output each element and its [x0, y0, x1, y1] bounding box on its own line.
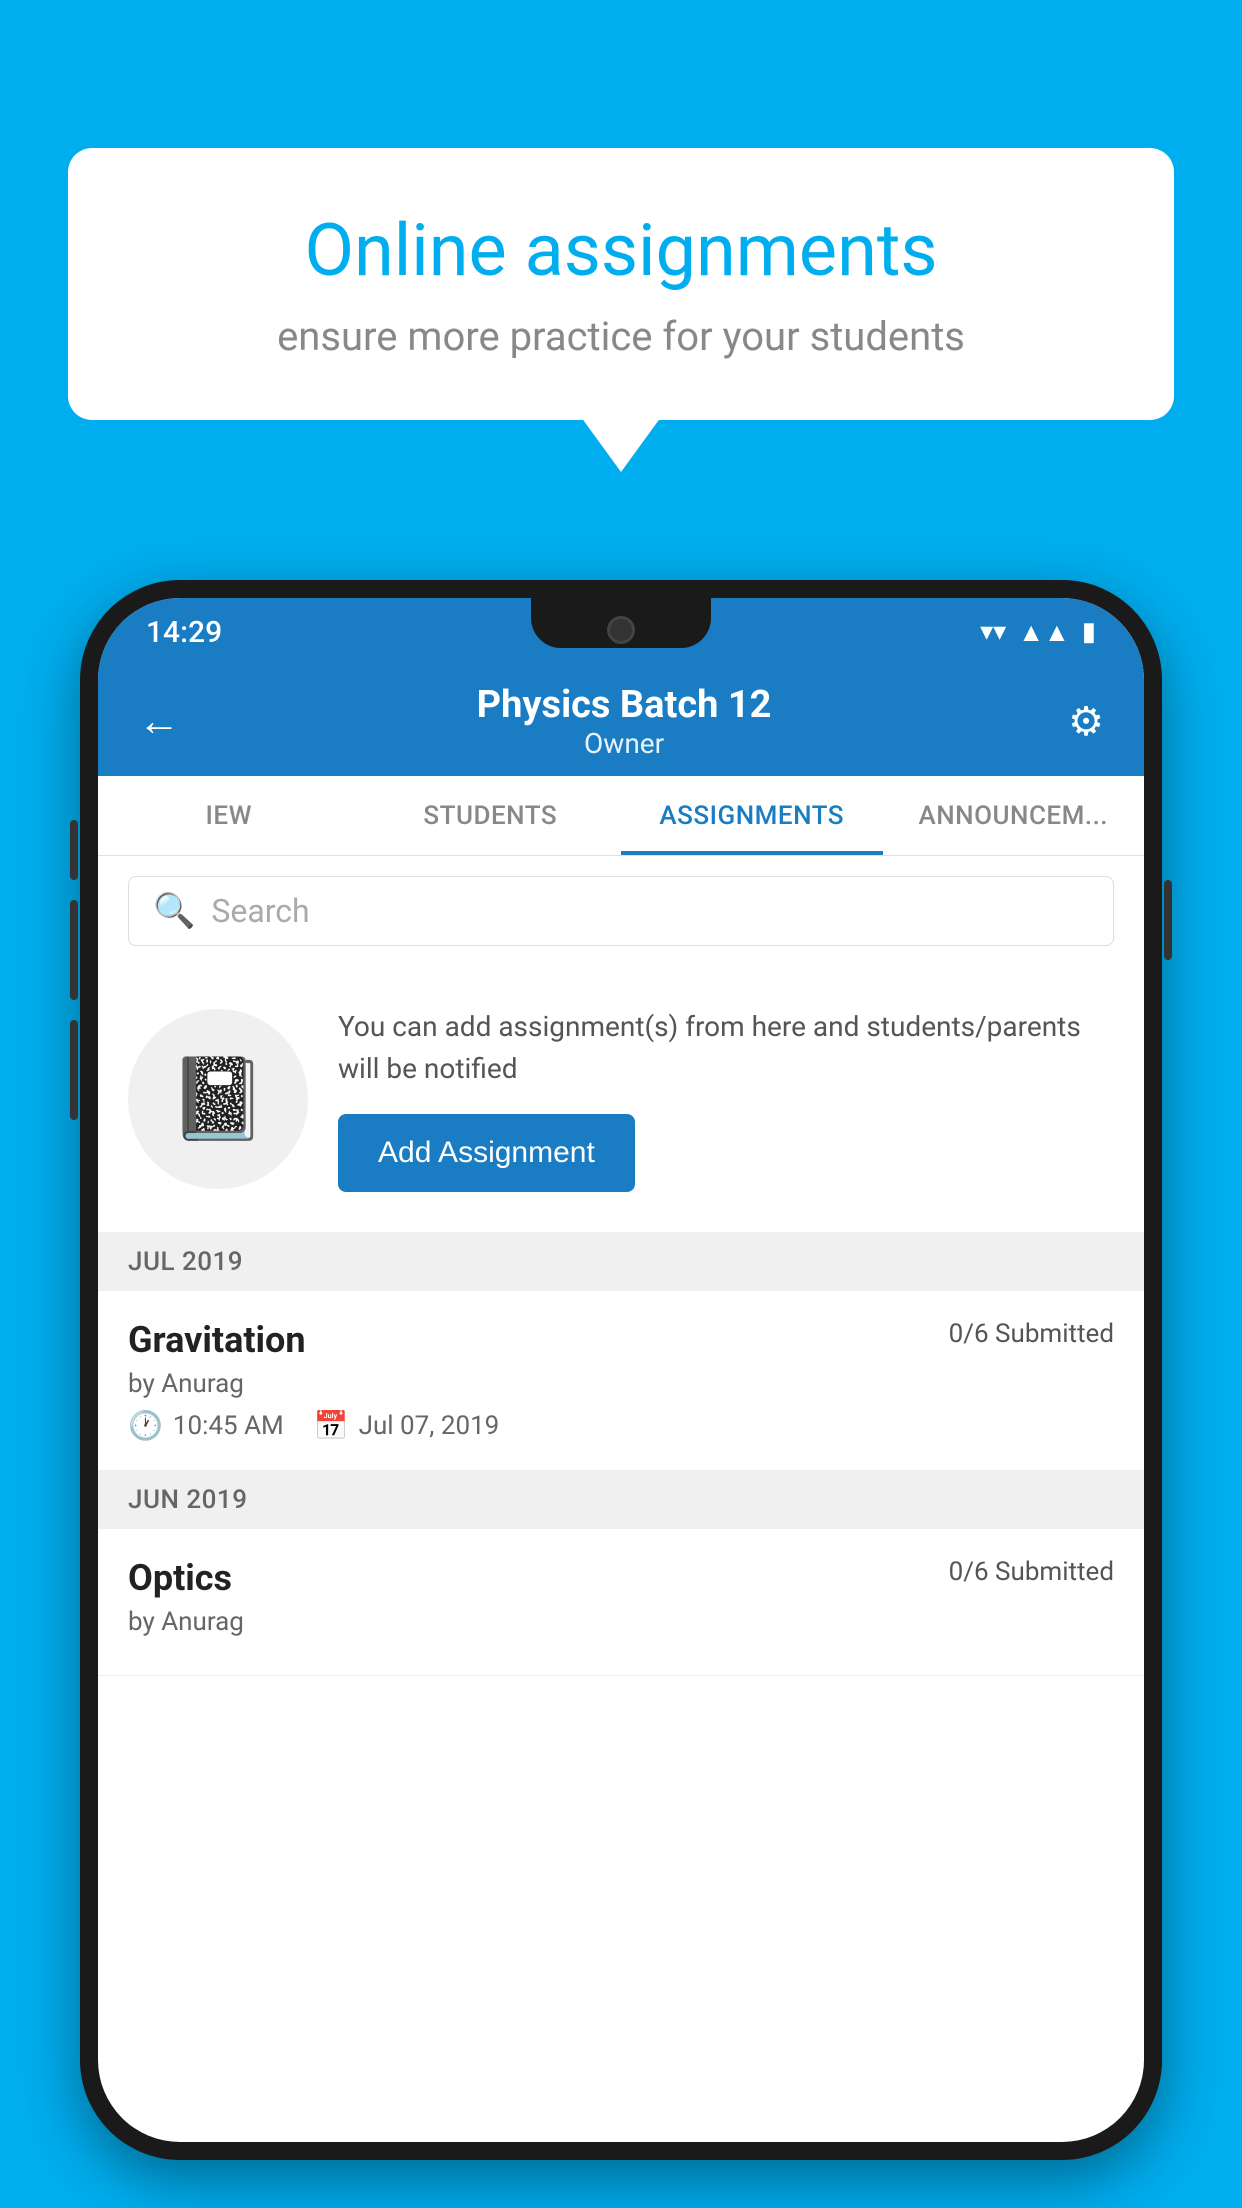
phone-wrapper: 14:29 ▾▾ ▲▲ ▮ ← Physics Batch 12 Owner ⚙ — [80, 580, 1162, 2160]
promo-section: 📓 You can add assignment(s) from here an… — [98, 966, 1144, 1233]
tabs-container: IEW STUDENTS ASSIGNMENTS ANNOUNCEM... — [98, 776, 1144, 856]
header-subtitle: Owner — [477, 727, 772, 760]
assignment-title-gravitation: Gravitation — [128, 1319, 306, 1361]
speech-bubble-wrapper: Online assignments ensure more practice … — [68, 148, 1174, 420]
notebook-icon: 📓 — [168, 1052, 268, 1146]
assignment-author-optics: by Anurag — [128, 1607, 1114, 1637]
status-time: 14:29 — [146, 615, 222, 650]
assignment-title-optics: Optics — [128, 1557, 232, 1599]
search-icon: 🔍 — [153, 891, 195, 931]
app-header: ← Physics Batch 12 Owner ⚙ — [98, 666, 1144, 776]
assignment-header: Gravitation 0/6 Submitted — [128, 1319, 1114, 1361]
phone-side-button-vol-up — [70, 820, 78, 880]
promo-icon-circle: 📓 — [128, 1009, 308, 1189]
search-container: 🔍 Search — [98, 856, 1144, 966]
assignment-date-gravitation: 📅 Jul 07, 2019 — [314, 1409, 500, 1442]
calendar-icon: 📅 — [314, 1409, 349, 1442]
add-assignment-button[interactable]: Add Assignment — [338, 1114, 635, 1192]
speech-bubble: Online assignments ensure more practice … — [68, 148, 1174, 420]
phone-camera — [607, 616, 635, 644]
phone-notch — [531, 598, 711, 648]
search-placeholder: Search — [211, 892, 309, 930]
assignment-item-optics[interactable]: Optics 0/6 Submitted by Anurag — [98, 1529, 1144, 1676]
speech-bubble-title: Online assignments — [148, 208, 1094, 293]
tab-assignments[interactable]: ASSIGNMENTS — [621, 776, 883, 855]
settings-button[interactable]: ⚙ — [1068, 698, 1104, 745]
header-title: Physics Batch 12 — [477, 683, 772, 727]
tab-announcements[interactable]: ANNOUNCEM... — [883, 776, 1145, 855]
assignment-submitted-optics: 0/6 Submitted — [949, 1557, 1114, 1587]
clock-icon: 🕐 — [128, 1409, 163, 1442]
phone-frame: 14:29 ▾▾ ▲▲ ▮ ← Physics Batch 12 Owner ⚙ — [80, 580, 1162, 2160]
promo-content: You can add assignment(s) from here and … — [338, 1006, 1114, 1192]
assignment-item-gravitation[interactable]: Gravitation 0/6 Submitted by Anurag 🕐 10… — [98, 1291, 1144, 1471]
back-button[interactable]: ← — [138, 697, 180, 746]
tab-students[interactable]: STUDENTS — [360, 776, 622, 855]
phone-screen: 14:29 ▾▾ ▲▲ ▮ ← Physics Batch 12 Owner ⚙ — [98, 598, 1144, 2142]
signal-icon: ▲▲ — [1018, 617, 1069, 648]
assignment-submitted-gravitation: 0/6 Submitted — [949, 1319, 1114, 1349]
assignment-meta-gravitation: 🕐 10:45 AM 📅 Jul 07, 2019 — [128, 1409, 1114, 1442]
phone-side-button-extra — [70, 1020, 78, 1120]
speech-bubble-subtitle: ensure more practice for your students — [148, 313, 1094, 360]
search-bar[interactable]: 🔍 Search — [128, 876, 1114, 946]
phone-side-button-power — [1164, 880, 1172, 960]
month-separator-jul: JUL 2019 — [98, 1233, 1144, 1291]
assignment-author-gravitation: by Anurag — [128, 1369, 1114, 1399]
phone-side-button-vol-down — [70, 900, 78, 1000]
header-center: Physics Batch 12 Owner — [477, 683, 772, 760]
tab-overview[interactable]: IEW — [98, 776, 360, 855]
wifi-icon: ▾▾ — [980, 617, 1006, 647]
month-separator-jun: JUN 2019 — [98, 1471, 1144, 1529]
battery-icon: ▮ — [1082, 617, 1096, 647]
promo-text: You can add assignment(s) from here and … — [338, 1006, 1114, 1090]
assignment-header-optics: Optics 0/6 Submitted — [128, 1557, 1114, 1599]
status-icons: ▾▾ ▲▲ ▮ — [980, 617, 1096, 648]
assignment-time-gravitation: 🕐 10:45 AM — [128, 1409, 284, 1442]
